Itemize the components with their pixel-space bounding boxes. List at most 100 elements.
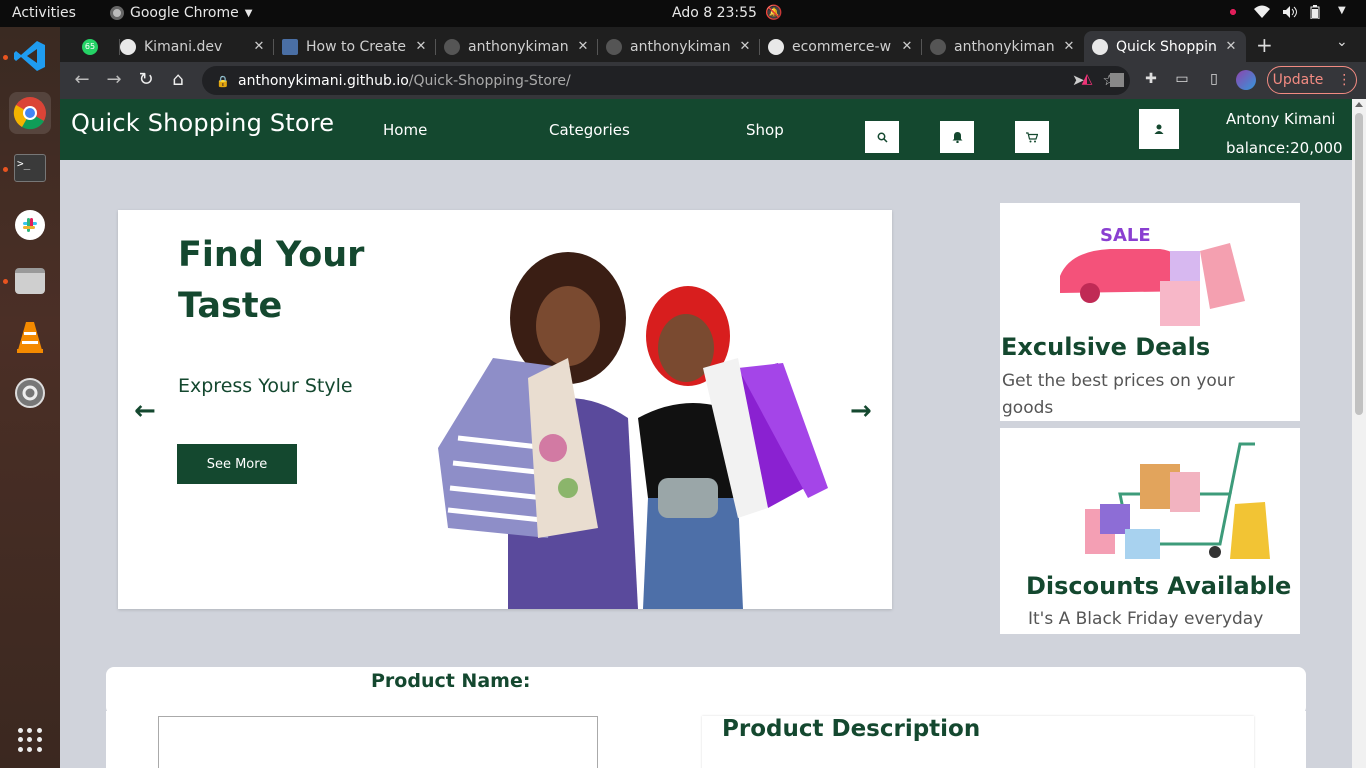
site-header: Quick Shopping Store Home Categories Sho… <box>60 99 1352 160</box>
reload-icon[interactable]: ↻ <box>135 69 157 90</box>
tab-label: Kimani.dev <box>144 38 223 55</box>
volume-icon <box>1282 5 1297 19</box>
cast-icon[interactable]: ▭ <box>1173 71 1191 89</box>
sale-car-image: SALE <box>1060 225 1245 326</box>
dock: >_ <box>0 27 60 768</box>
user-name: Antony Kimani <box>1226 110 1336 128</box>
shopping-cart-image <box>1085 442 1270 559</box>
close-icon[interactable]: ✕ <box>1060 39 1078 54</box>
scroll-up-icon[interactable] <box>1355 102 1363 107</box>
extension-icon[interactable] <box>1110 73 1124 87</box>
running-indicator <box>3 279 8 284</box>
deal-title: Discounts Available <box>1026 572 1292 600</box>
close-icon[interactable]: ✕ <box>250 39 268 54</box>
carousel-prev-button[interactable]: ← <box>134 396 156 426</box>
new-tab-icon[interactable]: + <box>1256 33 1273 57</box>
product-card-header: Product Name: <box>106 667 1306 715</box>
wifi-icon <box>1254 5 1270 19</box>
tab-label: anthonykiman <box>468 38 569 55</box>
clock-label: Ado 8 23:55 <box>672 5 757 21</box>
shoppers-image <box>438 252 828 609</box>
hero-title-line: Find Your <box>178 235 365 275</box>
forward-icon[interactable]: → <box>103 69 125 90</box>
deal-description: It's A Black Friday everyday <box>1028 609 1264 629</box>
puzzle-icon[interactable]: ✚ <box>1142 71 1160 89</box>
carousel-next-button[interactable]: → <box>850 396 872 426</box>
close-icon[interactable]: ✕ <box>412 39 430 54</box>
app-menu[interactable]: Google Chrome ▼ <box>110 5 252 21</box>
product-description-box: Product Description <box>702 716 1254 768</box>
page-scrollbar[interactable] <box>1352 99 1366 768</box>
tab-strip: 65 Kimani.dev ✕ How to Create ✕ anthonyk… <box>60 27 1366 62</box>
user-balance: balance:20,000 <box>1226 139 1343 157</box>
cart-icon <box>1026 131 1038 142</box>
terminal-icon[interactable]: >_ <box>9 147 51 189</box>
notifications-button[interactable] <box>940 121 974 153</box>
tab-quick-shopping[interactable]: Quick Shoppin ✕ <box>1084 31 1246 62</box>
hero-subtitle: Express Your Style <box>178 375 353 397</box>
web-page: Quick Shopping Store Home Categories Sho… <box>60 99 1352 768</box>
hero-carousel: Find Your Taste Express Your Style See M… <box>118 210 892 609</box>
home-icon[interactable]: ⌂ <box>167 69 189 90</box>
github-icon <box>930 38 946 55</box>
notifications-muted-icon: 🔕 <box>764 5 783 21</box>
cart-button[interactable] <box>1015 121 1049 153</box>
chrome-icon[interactable] <box>9 92 51 134</box>
update-button[interactable]: Update ⋮ <box>1267 66 1357 94</box>
clock[interactable]: Ado 8 23:55 🔕 <box>672 5 782 21</box>
search-button[interactable] <box>865 121 899 153</box>
back-icon[interactable]: ← <box>71 69 93 90</box>
extension-icon[interactable]: ◭ <box>1078 71 1096 89</box>
user-button[interactable] <box>1139 109 1179 149</box>
hero-title-line: Taste <box>178 286 283 326</box>
vscode-icon[interactable] <box>9 35 51 77</box>
close-icon[interactable]: ✕ <box>898 39 916 54</box>
tab-github-2[interactable]: anthonykiman ✕ <box>598 31 760 62</box>
update-label: Update <box>1272 72 1324 88</box>
site-icon <box>282 38 298 55</box>
tab-github-3[interactable]: anthonykiman ✕ <box>922 31 1084 62</box>
product-image-box <box>158 716 598 768</box>
vlc-icon[interactable] <box>9 316 51 358</box>
tab-label: Quick Shoppin <box>1116 38 1217 55</box>
tab-label: How to Create <box>306 38 407 55</box>
close-icon[interactable]: ✕ <box>574 39 592 54</box>
globe-icon <box>768 38 784 55</box>
globe-icon <box>120 38 136 55</box>
system-top-bar: Activities Google Chrome ▼ Ado 8 23:55 🔕… <box>0 0 1366 27</box>
tab-github-1[interactable]: anthonykiman ✕ <box>436 31 598 62</box>
site-brand[interactable]: Quick Shopping Store <box>71 109 334 137</box>
search-icon <box>877 132 888 143</box>
activities-button[interactable]: Activities <box>12 5 76 21</box>
chevron-down-icon: ▼ <box>1338 5 1346 16</box>
avatar[interactable] <box>1236 70 1256 90</box>
tab-kimani-dev[interactable]: Kimani.dev ✕ <box>112 31 274 62</box>
chevron-down-icon[interactable]: ⌄ <box>1336 34 1348 50</box>
nav-categories[interactable]: Categories <box>549 121 630 139</box>
discounts-card[interactable]: Discounts Available It's A Black Friday … <box>1000 428 1300 634</box>
nav-home[interactable]: Home <box>383 121 427 139</box>
settings-icon[interactable] <box>9 372 51 414</box>
bell-icon <box>952 132 962 143</box>
nav-shop[interactable]: Shop <box>746 121 784 139</box>
exclusive-deals-card[interactable]: SALE Exculsive Deals Get the best prices… <box>1000 203 1300 421</box>
battery-icon <box>1310 5 1324 20</box>
app-menu-label: Google Chrome <box>130 5 239 21</box>
browser-toolbar: ← → ↻ ⌂ 🔒 anthonykimani.github.io /Quick… <box>60 62 1366 99</box>
show-applications-icon[interactable] <box>18 728 42 752</box>
chrome-icon <box>110 6 124 20</box>
address-bar[interactable]: 🔒 anthonykimani.github.io /Quick-Shoppin… <box>202 66 1130 95</box>
side-panel-icon[interactable]: ▯ <box>1205 71 1223 89</box>
tab-ecommerce[interactable]: ecommerce-w ✕ <box>760 31 922 62</box>
system-tray[interactable]: ▼ <box>1226 5 1352 20</box>
user-icon <box>1154 124 1164 134</box>
close-icon[interactable]: ✕ <box>736 39 754 54</box>
close-icon[interactable]: ✕ <box>1222 39 1240 54</box>
tab-how-to-create[interactable]: How to Create ✕ <box>274 31 436 62</box>
tab-label: anthonykiman <box>630 38 731 55</box>
scrollbar-thumb[interactable] <box>1355 113 1363 415</box>
files-icon[interactable] <box>9 260 51 302</box>
deal-title: Exculsive Deals <box>1001 333 1211 361</box>
see-more-button[interactable]: See More <box>177 444 297 484</box>
slack-icon[interactable] <box>9 204 51 246</box>
